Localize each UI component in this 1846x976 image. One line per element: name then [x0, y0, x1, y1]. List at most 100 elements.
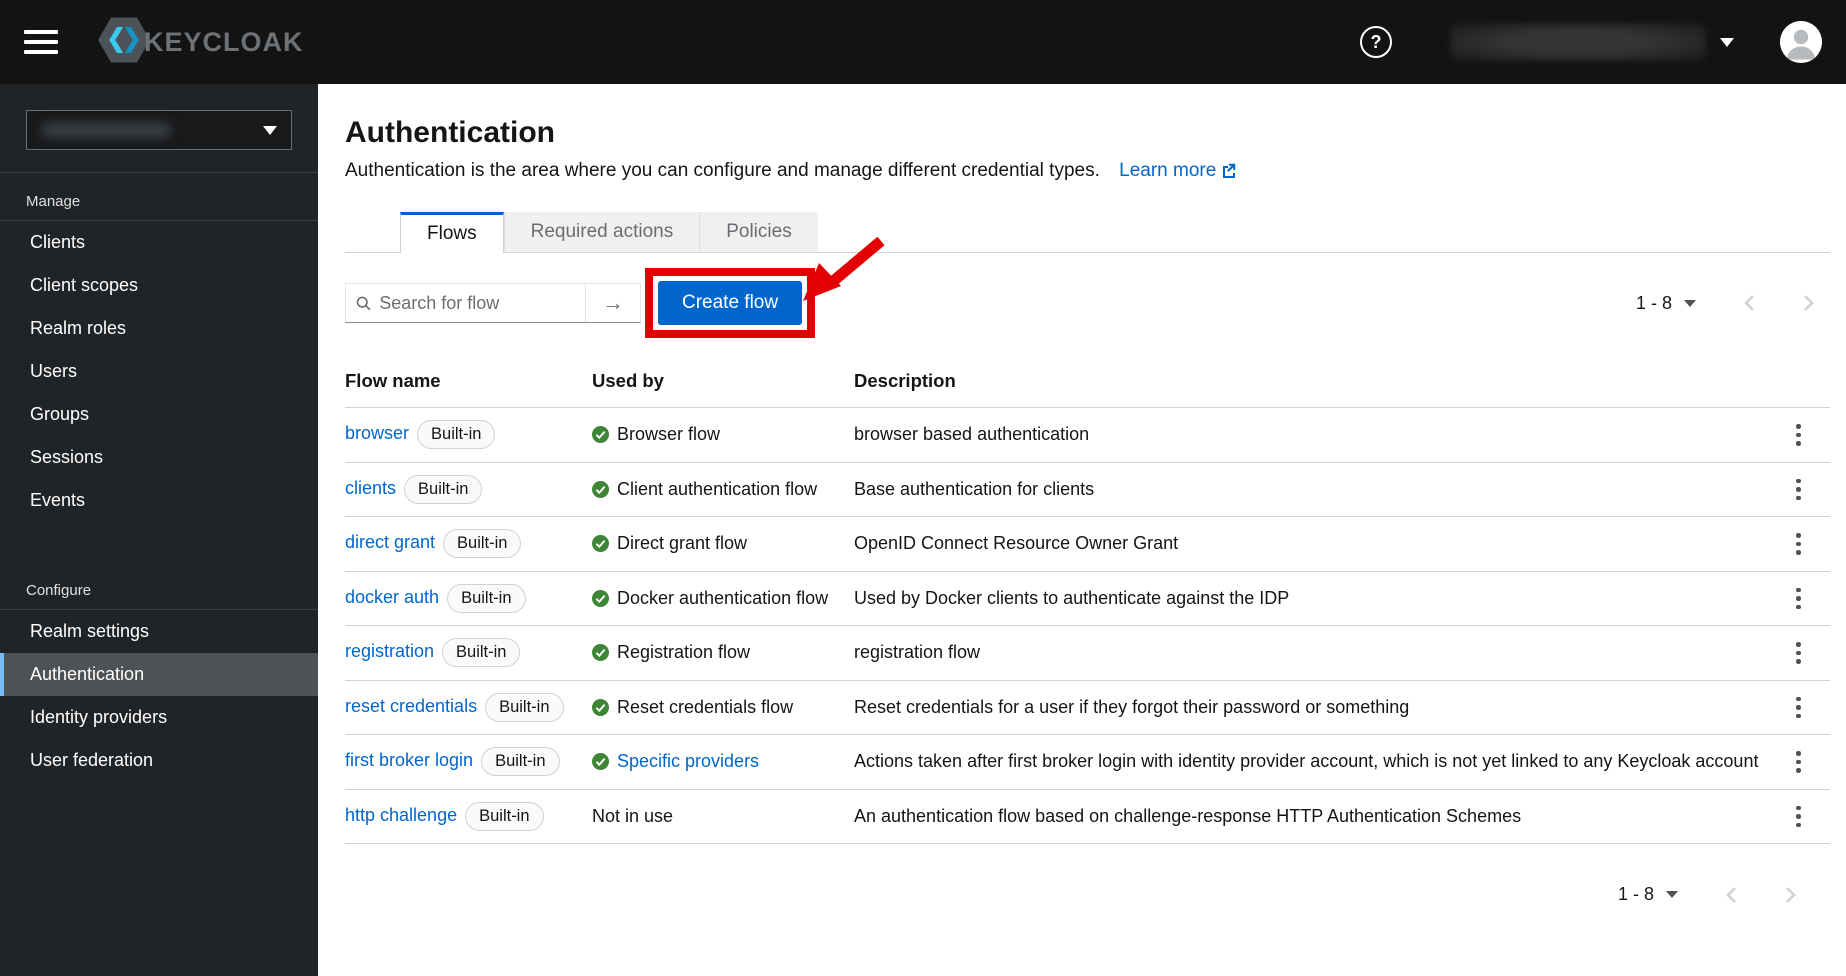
- sidebar-item-realm-roles[interactable]: Realm roles: [0, 307, 318, 350]
- keycloak-brand: KEYCLOAK: [98, 15, 304, 70]
- table-row: first broker login Built-in Specific provi…: [345, 734, 1830, 790]
- row-kebab-menu-icon[interactable]: [1790, 800, 1807, 834]
- sidebar-item-authentication[interactable]: Authentication: [0, 653, 318, 696]
- sidebar-item-realm-settings[interactable]: Realm settings: [0, 610, 318, 653]
- sidebar-item-client-scopes[interactable]: Client scopes: [0, 264, 318, 307]
- realm-name-blurred: [41, 122, 171, 138]
- nav-section-configure: Configure Realm settings Authentication Ide…: [0, 562, 318, 782]
- page-description-text: Authentication is the area where you can…: [345, 160, 1100, 181]
- sidebar-item-identity-providers[interactable]: Identity providers: [0, 696, 318, 739]
- success-check-icon: [592, 644, 609, 662]
- search-input[interactable]: [379, 292, 575, 314]
- tab-flows[interactable]: Flows: [400, 212, 504, 253]
- flow-name-link[interactable]: http challenge: [345, 805, 457, 825]
- flow-name-link[interactable]: direct grant: [345, 532, 435, 552]
- built-in-badge: Built-in: [442, 638, 521, 668]
- main-content: Authentication Authentication is the are…: [318, 84, 1846, 976]
- used-by-text: Reset credentials flow: [617, 696, 794, 717]
- realm-caret-down-icon: [263, 125, 277, 135]
- search-submit-arrow-icon[interactable]: →: [585, 284, 640, 322]
- flows-table: Flow name Used by Description browser Bui…: [345, 355, 1830, 844]
- table-row: docker auth Built-in Docker authentication…: [345, 571, 1830, 626]
- table-row: browser Built-in Browser flow browser based…: [345, 407, 1830, 463]
- flow-description: An authentication flow based on challeng…: [854, 789, 1786, 844]
- tab-bar: Flows Required actions Policies: [345, 212, 1830, 253]
- learn-more-link[interactable]: Learn more: [1119, 160, 1237, 181]
- flow-description: Reset credentials for a user if they for…: [854, 680, 1786, 735]
- success-check-icon: [592, 698, 609, 716]
- used-by-link[interactable]: Specific providers: [617, 751, 759, 772]
- search-icon: [356, 296, 371, 310]
- built-in-badge: Built-in: [465, 801, 544, 831]
- built-in-badge: Built-in: [485, 692, 564, 722]
- table-row: clients Built-in Client authentication flo…: [345, 462, 1830, 517]
- flow-description: registration flow: [854, 625, 1786, 681]
- tab-required-actions[interactable]: Required actions: [503, 212, 700, 252]
- row-kebab-menu-icon[interactable]: [1790, 745, 1807, 779]
- row-kebab-menu-icon[interactable]: [1790, 636, 1807, 670]
- sidebar-item-user-federation[interactable]: User federation: [0, 739, 318, 782]
- sidebar-nav: Manage Clients Client scopes Realm roles Use…: [0, 173, 318, 782]
- flow-description: Base authentication for clients: [854, 462, 1786, 517]
- sidebar-item-sessions[interactable]: Sessions: [0, 436, 318, 479]
- flow-description: OpenID Connect Resource Owner Grant: [854, 516, 1786, 572]
- next-page-chevron-icon[interactable]: [1802, 293, 1816, 313]
- hamburger-menu-icon[interactable]: [24, 30, 58, 54]
- built-in-badge: Built-in: [417, 420, 496, 450]
- brand-title: KEYCLOAK: [144, 26, 304, 57]
- pagination-range-dropdown[interactable]: 1 - 8: [1618, 884, 1678, 905]
- success-check-icon: [592, 426, 609, 444]
- previous-page-chevron-icon[interactable]: [1742, 293, 1756, 313]
- flow-name-link[interactable]: clients: [345, 478, 396, 498]
- column-header-used-by: Used by: [592, 355, 854, 408]
- success-check-icon: [592, 589, 609, 607]
- flow-description: Used by Docker clients to authenticate a…: [854, 571, 1786, 626]
- sidebar-item-users[interactable]: Users: [0, 350, 318, 393]
- flow-name-link[interactable]: registration: [345, 641, 434, 661]
- keycloak-logo-icon: [98, 15, 150, 70]
- used-by-text: Registration flow: [617, 642, 751, 663]
- flow-name-link[interactable]: reset credentials: [345, 696, 477, 716]
- built-in-badge: Built-in: [443, 529, 522, 559]
- row-kebab-menu-icon[interactable]: [1790, 527, 1807, 561]
- flow-name-link[interactable]: docker auth: [345, 587, 439, 607]
- sidebar-item-events[interactable]: Events: [0, 479, 318, 522]
- row-kebab-menu-icon[interactable]: [1790, 691, 1807, 725]
- pagination-bottom: 1 - 8: [345, 884, 1798, 905]
- nav-section-title: Manage: [26, 193, 81, 210]
- built-in-badge: Built-in: [404, 474, 483, 504]
- flow-name-link[interactable]: first broker login: [345, 750, 473, 770]
- flow-description: Actions taken after first broker login w…: [854, 734, 1786, 790]
- used-by-text: Browser flow: [617, 424, 721, 445]
- table-row: registration Built-in Registration flow reg…: [345, 625, 1830, 681]
- success-check-icon: [592, 753, 609, 771]
- row-kebab-menu-icon[interactable]: [1790, 473, 1807, 507]
- used-by-text: Client authentication flow: [617, 478, 818, 499]
- page-title: Authentication: [345, 116, 555, 149]
- built-in-badge: Built-in: [481, 747, 560, 777]
- table-row: http challenge Built-in Not in use An authe…: [345, 789, 1830, 844]
- row-kebab-menu-icon[interactable]: [1790, 582, 1807, 616]
- sidebar: Manage Clients Client scopes Realm roles Use…: [0, 84, 318, 976]
- sidebar-item-clients[interactable]: Clients: [0, 221, 318, 264]
- flow-description: browser based authentication: [854, 407, 1786, 463]
- previous-page-chevron-icon[interactable]: [1724, 885, 1738, 905]
- pagination-top: 1 - 8: [1636, 293, 1816, 314]
- create-flow-button[interactable]: Create flow: [658, 281, 803, 325]
- success-check-icon: [592, 480, 609, 498]
- help-icon[interactable]: ?: [1360, 26, 1392, 58]
- user-menu-caret-icon[interactable]: [1720, 35, 1734, 50]
- realm-selector[interactable]: [26, 110, 292, 150]
- toolbar: → Create flow 1 - 8: [345, 236, 1830, 343]
- next-page-chevron-icon[interactable]: [1784, 885, 1798, 905]
- pagination-caret-down-icon: [1666, 891, 1678, 898]
- row-kebab-menu-icon[interactable]: [1790, 418, 1807, 452]
- user-avatar-icon[interactable]: [1780, 21, 1822, 63]
- page-description: Authentication is the area where you can…: [345, 160, 1830, 182]
- tab-policies[interactable]: Policies: [699, 212, 818, 252]
- pagination-caret-down-icon: [1684, 299, 1696, 307]
- flow-name-link[interactable]: browser: [345, 423, 409, 443]
- sidebar-item-groups[interactable]: Groups: [0, 393, 318, 436]
- username-blurred: [1450, 23, 1706, 61]
- pagination-range-dropdown[interactable]: 1 - 8: [1636, 293, 1696, 314]
